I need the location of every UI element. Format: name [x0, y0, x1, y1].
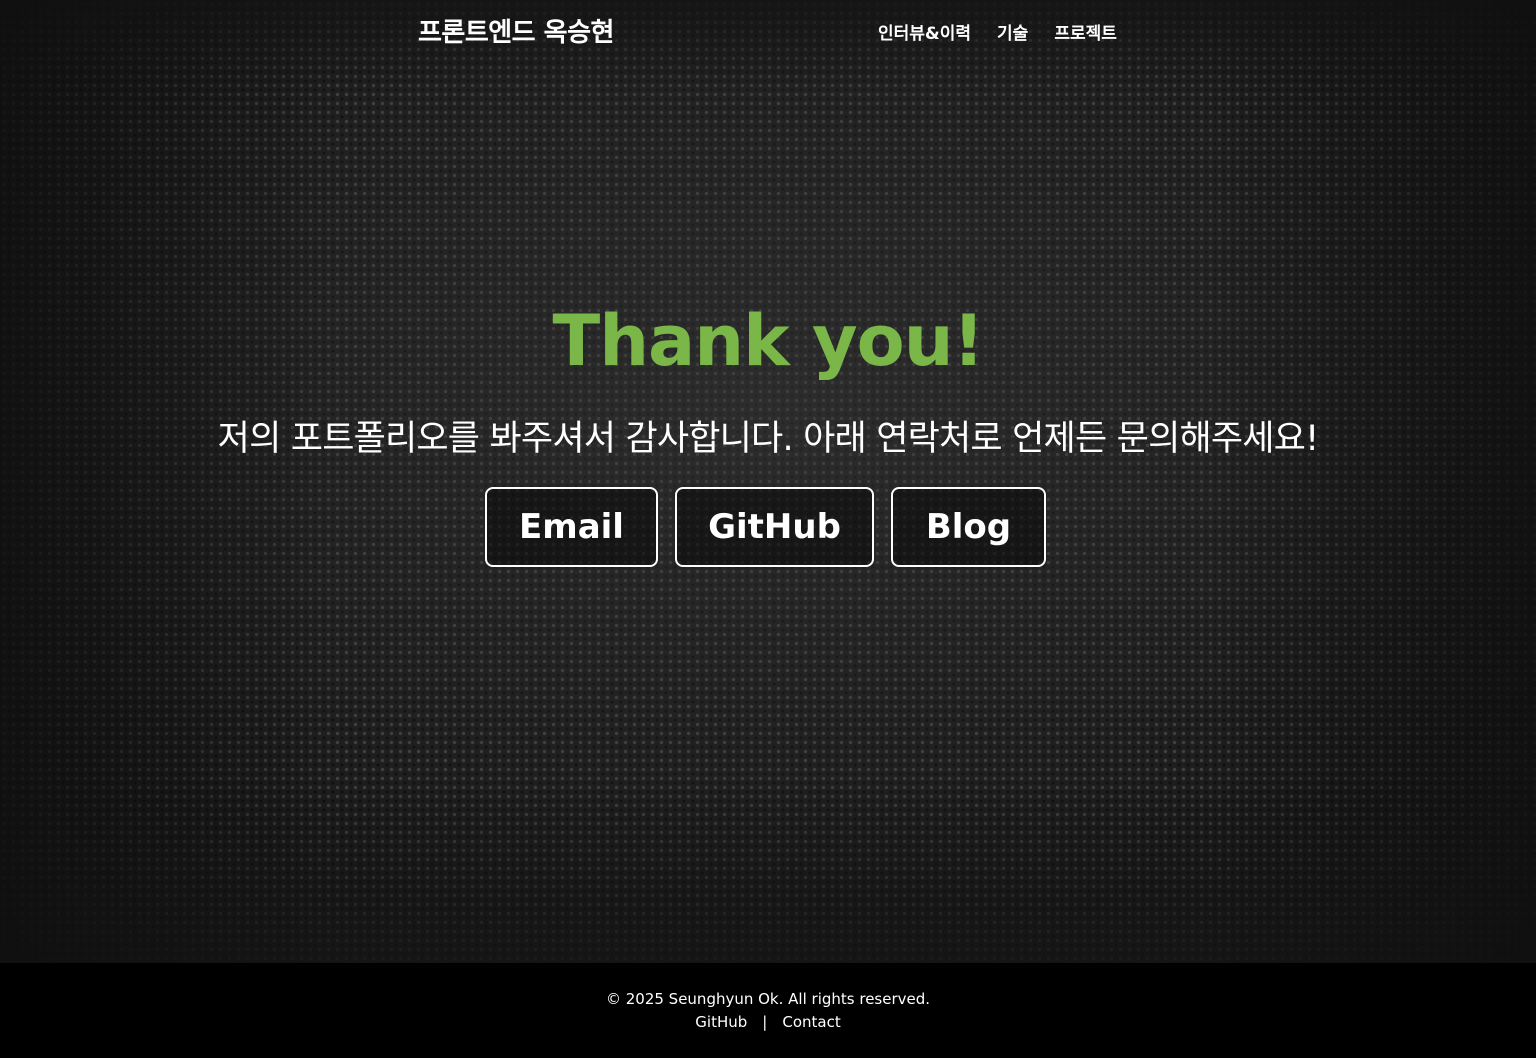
blog-button[interactable]: Blog	[891, 487, 1046, 567]
footer: © 2025 Seunghyun Ok. All rights reserved…	[0, 963, 1536, 1058]
email-button[interactable]: Email	[485, 487, 658, 567]
footer-contact-link[interactable]: Contact	[782, 1013, 840, 1031]
thank-you-message: 저의 포트폴리오를 봐주셔서 감사합니다. 아래 연락처로 언제든 문의해주세요…	[217, 419, 1319, 459]
navbar: 프론트엔드 옥승현 인터뷰&이력 기술 프로젝트	[0, 0, 1536, 60]
brand-logo-link[interactable]: 프론트엔드 옥승현	[418, 12, 614, 49]
github-button[interactable]: GitHub	[675, 487, 874, 567]
footer-links: GitHub | Contact	[0, 1013, 1536, 1031]
nav-item-projects[interactable]: 프로젝트	[1054, 19, 1117, 44]
footer-separator: |	[762, 1013, 768, 1031]
nav-item-skills[interactable]: 기술	[997, 19, 1028, 44]
portfolio-page: 프론트엔드 옥승현 인터뷰&이력 기술 프로젝트 Thank you! 저의 포…	[0, 0, 1536, 1058]
hero-section	[0, 0, 1536, 963]
nav-item-interview[interactable]: 인터뷰&이력	[878, 19, 971, 44]
contact-buttons: Email GitHub Blog	[0, 487, 1536, 567]
copyright-text: © 2025 Seunghyun Ok. All rights reserved…	[605, 990, 931, 1008]
footer-github-link[interactable]: GitHub	[695, 1013, 747, 1031]
nav-menu: 인터뷰&이력 기술 프로젝트	[878, 19, 1117, 44]
thank-you-heading: Thank you!	[552, 300, 984, 382]
